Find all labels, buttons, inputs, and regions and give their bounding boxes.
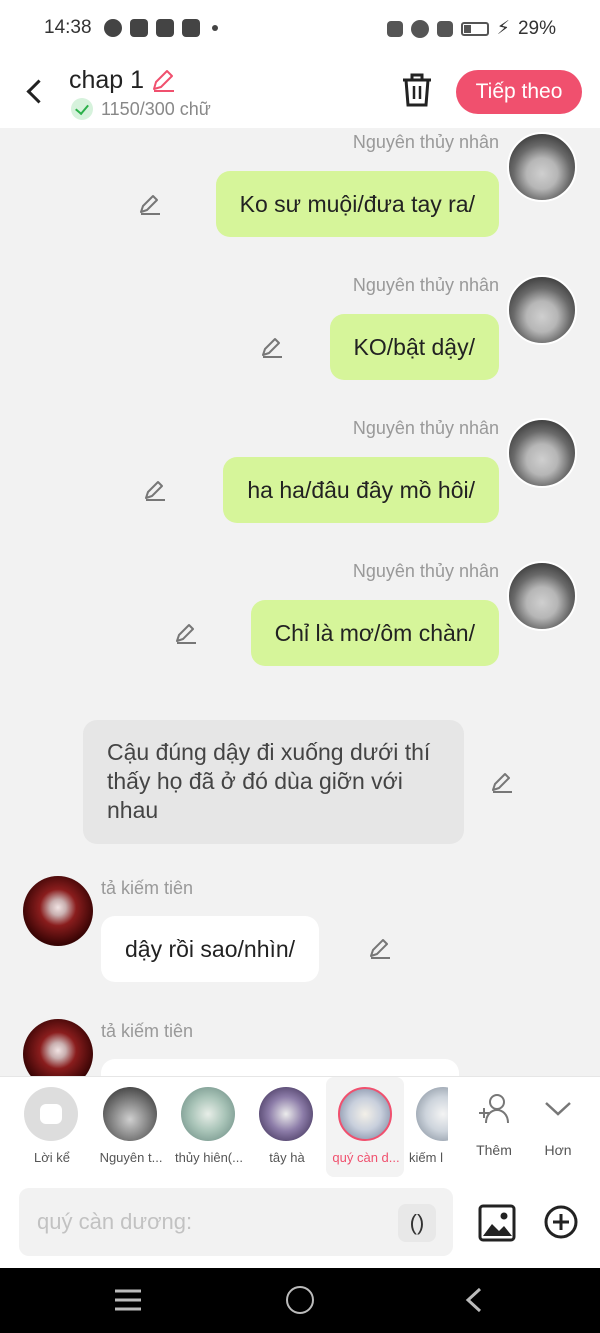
chapter-title[interactable]: chap 1 — [69, 66, 144, 95]
youtube-icon — [182, 19, 200, 37]
character-label: Nguyên t... — [99, 1150, 163, 1165]
chat-message: Nguyên thủy nhân ha ha/đâu đây mồ hôi/ — [0, 418, 600, 526]
character-quy-can-duong[interactable]: quý càn d... — [326, 1077, 404, 1177]
avatar[interactable] — [507, 275, 577, 345]
character-label: tây hà — [269, 1150, 305, 1165]
message-bubble[interactable] — [101, 1059, 459, 1076]
back-button[interactable] — [18, 70, 54, 110]
avatar[interactable] — [23, 1019, 93, 1076]
more-button[interactable]: Hơn — [530, 1077, 586, 1177]
narration-block[interactable]: Cậu đúng dậy đi xuống dưới thí thấy họ đ… — [83, 720, 464, 844]
character-label: quý càn d... — [332, 1150, 400, 1165]
signal-icon — [436, 20, 453, 37]
message-bubble[interactable]: Chỉ là mơ/ôm chàn/ — [250, 600, 499, 666]
chat-message: Nguyên thủy nhân Chỉ là mơ/ôm chàn/ — [0, 561, 600, 669]
character-thuy-hien[interactable]: thủy hiên(... — [169, 1077, 247, 1177]
more-label: Hơn — [544, 1142, 572, 1158]
facebook-icon — [130, 19, 148, 37]
character-label: Lời kể — [34, 1150, 70, 1165]
chat-message: tả kiếm tiên dậy rồi sao/nhìn/ — [0, 876, 600, 986]
charging-icon: ⚡ — [496, 18, 510, 39]
avatar[interactable] — [507, 418, 577, 488]
system-back-icon[interactable] — [462, 1286, 486, 1314]
more-notifications-dot — [212, 25, 218, 31]
character-label: thủy hiên(... — [175, 1150, 243, 1165]
vibrate-icon — [386, 20, 403, 37]
system-navigation-bar — [0, 1268, 600, 1333]
word-count: 1150/300 chữ — [71, 98, 211, 120]
add-character-label: Thêm — [476, 1142, 512, 1158]
notification-icons — [104, 19, 218, 37]
composer: () — [0, 1178, 600, 1268]
home-icon[interactable] — [286, 1286, 314, 1314]
parentheses-button[interactable]: () — [398, 1204, 436, 1242]
chat-area[interactable]: Nguyên thủy nhân Ko sư muội/đưa tay ra/ … — [0, 128, 600, 1076]
character-name: Nguyên thủy nhân — [352, 418, 499, 438]
chat-message: tả kiếm tiên — [0, 1019, 600, 1076]
character-avatar — [181, 1087, 235, 1141]
trash-icon[interactable] — [400, 72, 434, 108]
add-circle-icon[interactable] — [543, 1204, 579, 1240]
edit-pencil-icon[interactable] — [143, 478, 167, 502]
character-nguyen-thuy-nhan[interactable]: Nguyên t... — [91, 1077, 169, 1177]
edit-pencil-icon[interactable] — [490, 770, 514, 794]
recent-apps-icon[interactable] — [113, 1288, 143, 1312]
chat-message: Nguyên thủy nhân KO/bật dậy/ — [0, 275, 600, 383]
edit-title-icon[interactable] — [150, 67, 176, 93]
system-indicators: ⚡ 29% — [386, 17, 556, 40]
wifi-icon — [410, 19, 429, 38]
message-bubble[interactable]: Ko sư muội/đưa tay ra/ — [215, 171, 499, 237]
edit-pencil-icon[interactable] — [138, 192, 162, 216]
character-tay-ha[interactable]: tây hà — [247, 1077, 325, 1177]
status-bar: 14:38 ⚡ 29% — [0, 0, 600, 56]
character-label: kiếm l — [409, 1150, 443, 1165]
capcut-icon — [156, 19, 174, 37]
check-icon — [71, 98, 93, 120]
edit-pencil-icon[interactable] — [260, 335, 284, 359]
edit-pencil-icon[interactable] — [368, 936, 392, 960]
character-name: Nguyên thủy nhân — [352, 275, 499, 295]
status-time: 14:38 — [44, 17, 92, 38]
character-name: tả kiếm tiên — [101, 1021, 194, 1041]
message-bubble[interactable]: dậy rồi sao/nhìn/ — [101, 916, 320, 982]
message-bubble[interactable]: KO/bật dậy/ — [329, 314, 499, 380]
character-kiem[interactable]: kiếm l — [404, 1077, 448, 1177]
character-narrator[interactable]: Lời kể — [12, 1077, 90, 1177]
add-person-icon — [479, 1094, 509, 1124]
chevron-down-icon — [545, 1102, 571, 1116]
character-name: tả kiếm tiên — [101, 878, 194, 898]
messenger-icon — [104, 19, 122, 37]
narration-icon — [24, 1087, 78, 1141]
next-button[interactable]: Tiếp theo — [456, 70, 582, 114]
avatar[interactable] — [23, 876, 93, 946]
character-avatar — [338, 1087, 392, 1141]
message-bubble[interactable]: ha ha/đâu đây mồ hôi/ — [223, 457, 499, 523]
image-icon[interactable] — [478, 1204, 516, 1242]
character-avatar — [416, 1087, 448, 1141]
character-name: Nguyên thủy nhân — [352, 561, 499, 581]
message-input[interactable] — [19, 1188, 453, 1256]
character-name: Nguyên thủy nhân — [352, 132, 499, 152]
editor-header: chap 1 1150/300 chữ Tiếp theo — [0, 56, 600, 128]
character-avatar — [259, 1087, 313, 1141]
battery-icon — [460, 21, 489, 36]
character-selector: Lời kể Nguyên t... thủy hiên(... tây hà … — [0, 1076, 600, 1178]
word-count-text: 1150/300 chữ — [101, 98, 211, 119]
avatar[interactable] — [507, 132, 577, 202]
character-avatar — [103, 1087, 157, 1141]
edit-pencil-icon[interactable] — [174, 621, 198, 645]
add-character-button[interactable]: Thêm — [466, 1077, 522, 1177]
battery-percent: 29% — [517, 17, 556, 39]
chat-message: Nguyên thủy nhân Ko sư muội/đưa tay ra/ — [0, 132, 600, 240]
avatar[interactable] — [507, 561, 577, 631]
